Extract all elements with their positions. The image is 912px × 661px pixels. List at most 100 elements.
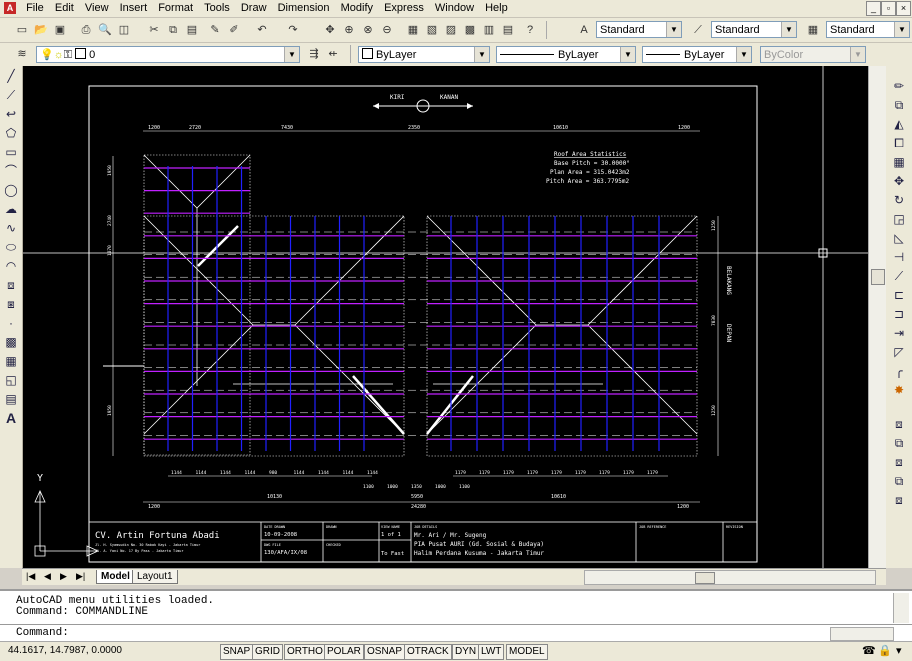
polygon-icon[interactable]: ⬠ bbox=[3, 125, 19, 141]
tab-nav-last-icon[interactable]: ▶| bbox=[76, 571, 85, 582]
plot-icon[interactable]: ⎙ bbox=[78, 22, 94, 38]
tool-palettes-icon[interactable]: ▨ bbox=[443, 22, 459, 38]
trim-icon[interactable]: ⊣ bbox=[891, 249, 907, 265]
horizontal-scrollbar[interactable] bbox=[584, 570, 876, 585]
send-to-back-icon[interactable]: ⧈ bbox=[891, 454, 907, 470]
chamfer-icon[interactable]: ◸ bbox=[891, 344, 907, 360]
publish-icon[interactable]: ◫ bbox=[116, 22, 132, 38]
rectangle-icon[interactable]: ▭ bbox=[3, 144, 19, 160]
ortho-toggle[interactable]: ORTHO bbox=[284, 644, 326, 660]
snap-toggle[interactable]: SNAP bbox=[220, 644, 254, 660]
construction-line-icon[interactable]: ⟋ bbox=[3, 87, 19, 103]
join-icon[interactable]: ⇥ bbox=[891, 325, 907, 341]
text-style-icon[interactable]: A bbox=[576, 22, 592, 38]
properties-icon[interactable]: ▦ bbox=[405, 22, 421, 38]
cut-icon[interactable]: ✂ bbox=[146, 22, 162, 38]
command-hscroll[interactable] bbox=[830, 627, 894, 641]
menu-format[interactable]: Format bbox=[154, 0, 197, 16]
save-icon[interactable]: ▣ bbox=[52, 22, 68, 38]
paste-icon[interactable]: ▤ bbox=[184, 22, 200, 38]
communication-center-icon[interactable]: ☎ bbox=[862, 644, 876, 657]
table-icon[interactable]: ▤ bbox=[3, 391, 19, 407]
block-editor-icon[interactable]: ✐ bbox=[226, 22, 242, 38]
stretch-icon[interactable]: ◺ bbox=[891, 230, 907, 246]
gradient-icon[interactable]: ▦ bbox=[3, 353, 19, 369]
move-icon[interactable]: ✥ bbox=[891, 173, 907, 189]
pan-icon[interactable]: ✥ bbox=[322, 22, 338, 38]
layer-manager-icon[interactable]: ≋ bbox=[14, 46, 30, 62]
text-style-combo[interactable]: Standard ▼ bbox=[596, 21, 682, 38]
drawing-canvas[interactable]: KIRI KANAN Roof Area Statistics Base Pit… bbox=[23, 66, 868, 568]
ellipse-arc-icon[interactable]: ◠ bbox=[3, 258, 19, 274]
minimize-icon[interactable]: _ bbox=[866, 1, 881, 16]
point-icon[interactable]: · bbox=[3, 315, 19, 331]
osnap-toggle[interactable]: OSNAP bbox=[364, 644, 406, 660]
polyline-icon[interactable]: ↩ bbox=[3, 106, 19, 122]
tab-layout1[interactable]: Layout1 bbox=[132, 570, 178, 584]
polar-toggle[interactable]: POLAR bbox=[324, 644, 364, 660]
vertical-scroll-thumb[interactable] bbox=[871, 269, 885, 285]
extend-icon[interactable]: ⟋ bbox=[891, 268, 907, 284]
new-file-icon[interactable]: ▭ bbox=[14, 22, 30, 38]
grid-toggle[interactable]: GRID bbox=[252, 644, 283, 660]
bring-above-icon[interactable]: ⧉ bbox=[891, 473, 907, 489]
match-properties-icon[interactable]: ✎ bbox=[207, 22, 223, 38]
help-icon[interactable]: ? bbox=[522, 22, 538, 38]
break-at-point-icon[interactable]: ⊏ bbox=[891, 287, 907, 303]
design-center-icon[interactable]: ▧ bbox=[424, 22, 440, 38]
arc-icon[interactable]: ⌒ bbox=[3, 163, 19, 179]
insert-block-icon[interactable]: ⧈ bbox=[3, 277, 19, 293]
scale-icon[interactable]: ◲ bbox=[891, 211, 907, 227]
erase-icon[interactable]: ✏ bbox=[891, 78, 907, 94]
fillet-icon[interactable]: ╭ bbox=[891, 363, 907, 379]
command-window[interactable]: AutoCAD menu utilities loaded. Command: … bbox=[0, 589, 912, 643]
offset-icon[interactable]: ⧠ bbox=[891, 135, 907, 151]
layer-previous-icon[interactable]: ⇷ bbox=[325, 46, 341, 62]
menu-help[interactable]: Help bbox=[481, 0, 512, 16]
spline-icon[interactable]: ∿ bbox=[3, 220, 19, 236]
menu-express[interactable]: Express bbox=[380, 0, 428, 16]
copy-icon[interactable]: ⧉ bbox=[165, 22, 181, 38]
copy-object-icon[interactable]: ⧉ bbox=[891, 97, 907, 113]
otrack-toggle[interactable]: OTRACK bbox=[404, 644, 452, 660]
command-prompt[interactable]: Command: bbox=[16, 628, 69, 639]
undo-icon[interactable]: ↶ bbox=[254, 22, 270, 38]
table-style-icon[interactable]: ▦ bbox=[805, 22, 821, 38]
menu-tools[interactable]: Tools bbox=[200, 0, 234, 16]
hatch-icon[interactable]: ▩ bbox=[3, 334, 19, 350]
circle-icon[interactable]: ◯ bbox=[3, 182, 19, 198]
plot-preview-icon[interactable]: 🔍 bbox=[97, 22, 113, 38]
mirror-icon[interactable]: ◭ bbox=[891, 116, 907, 132]
menu-dimension[interactable]: Dimension bbox=[274, 0, 334, 16]
dim-style-combo[interactable]: Standard ▼ bbox=[711, 21, 797, 38]
status-menu-icon[interactable]: ▾ bbox=[896, 644, 902, 657]
layer-combo[interactable]: 💡☼⚿ 0 ▼ bbox=[36, 46, 300, 63]
horizontal-scroll-thumb[interactable] bbox=[695, 572, 715, 584]
rotate-icon[interactable]: ↻ bbox=[891, 192, 907, 208]
array-icon[interactable]: ▦ bbox=[891, 154, 907, 170]
revision-cloud-icon[interactable]: ☁ bbox=[3, 201, 19, 217]
zoom-previous-icon[interactable]: ⊖ bbox=[379, 22, 395, 38]
tab-model[interactable]: Model bbox=[96, 570, 135, 584]
vertical-scrollbar[interactable] bbox=[868, 66, 886, 568]
autocad-app-icon[interactable]: A bbox=[4, 2, 16, 14]
command-scrollbar[interactable] bbox=[893, 593, 909, 623]
lineweight-combo[interactable]: ByLayer ▼ bbox=[642, 46, 752, 63]
menu-modify[interactable]: Modify bbox=[337, 0, 377, 16]
model-toggle[interactable]: MODEL bbox=[506, 644, 548, 660]
line-icon[interactable]: ╱ bbox=[3, 68, 19, 84]
menu-insert[interactable]: Insert bbox=[116, 0, 152, 16]
make-block-icon[interactable]: ⧆ bbox=[3, 296, 19, 312]
draw-order-icon[interactable]: ⧈ bbox=[891, 416, 907, 432]
tab-nav-prev-icon[interactable]: ◀ bbox=[44, 571, 51, 582]
sheet-set-icon[interactable]: ▩ bbox=[462, 22, 478, 38]
lock-toolbar-icon[interactable]: 🔒 bbox=[878, 644, 892, 657]
ellipse-icon[interactable]: ⬭ bbox=[3, 239, 19, 255]
open-file-icon[interactable]: 📂 bbox=[33, 22, 49, 38]
send-under-icon[interactable]: ⧈ bbox=[891, 492, 907, 508]
menu-edit[interactable]: Edit bbox=[51, 0, 78, 16]
markup-icon[interactable]: ▥ bbox=[481, 22, 497, 38]
break-icon[interactable]: ⊐ bbox=[891, 306, 907, 322]
menu-view[interactable]: View bbox=[81, 0, 113, 16]
table-style-combo[interactable]: Standard ▼ bbox=[826, 21, 910, 38]
